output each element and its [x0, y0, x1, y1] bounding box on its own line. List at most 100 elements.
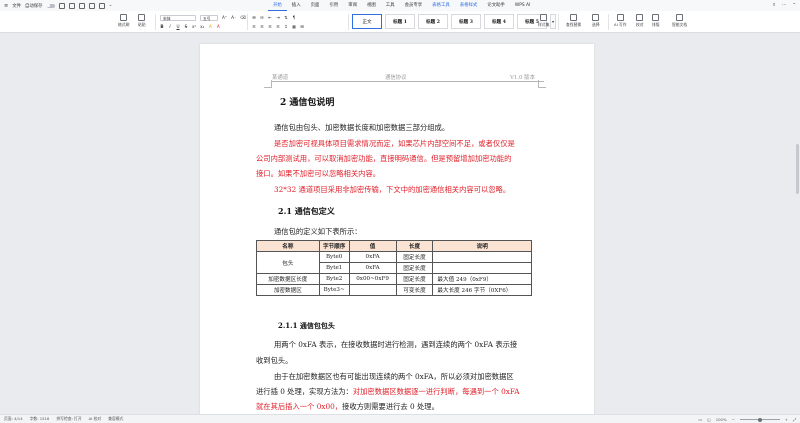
chevron-down-icon[interactable]: ⌄ [109, 3, 113, 8]
numbered-list-icon[interactable]: ☷ [260, 15, 264, 20]
style-more-icon[interactable]: ▾ [550, 14, 556, 29]
web-view-icon[interactable]: ◫ [707, 417, 711, 422]
smart-doc-button[interactable]: 智能文档 [672, 14, 687, 28]
align-left-icon[interactable]: ≡ [252, 24, 256, 29]
strikethrough-icon[interactable]: S̶ [184, 24, 188, 29]
zoom-slider[interactable] [739, 417, 780, 422]
table-cell[interactable]: 固定长度 [395, 251, 434, 263]
subscript-icon[interactable]: x₂ [200, 24, 204, 29]
fit-page-icon[interactable]: ⤢ [793, 417, 796, 422]
table-cell[interactable]: 固定长度 [395, 262, 434, 274]
tab-5[interactable]: 视图 [362, 0, 381, 11]
bold-button[interactable]: B [160, 24, 164, 29]
spell-check[interactable]: 拼写检查: 打开 [56, 416, 81, 422]
decrease-indent-icon[interactable]: ⇤ [268, 15, 272, 20]
style-item-0[interactable]: 正文 [352, 14, 382, 29]
shrink-font-icon[interactable]: A⁻ [231, 15, 236, 20]
table-cell[interactable] [432, 262, 532, 274]
style-item-3[interactable]: 标题 3 [451, 14, 481, 29]
zoom-slider-thumb[interactable] [757, 417, 762, 422]
border-icon[interactable]: ⊞ [300, 24, 304, 29]
tab-7[interactable]: 会员专享 [400, 0, 428, 11]
align-right-icon[interactable]: ≡ [268, 24, 272, 29]
zoom-out-icon[interactable]: − [732, 417, 735, 422]
tab-9[interactable]: 表格样式 [455, 0, 483, 11]
file-menu[interactable]: 文件 [12, 3, 21, 9]
tab-10[interactable]: 论文助手 [482, 0, 510, 11]
autosave-toggle[interactable] [46, 3, 55, 8]
line-spacing-icon[interactable]: ↕ [284, 24, 288, 29]
grow-font-icon[interactable]: A⁺ [222, 15, 227, 20]
tab-0[interactable]: 开始 [268, 0, 287, 11]
styles-set-button[interactable]: 样式集 [538, 14, 549, 28]
style-item-1[interactable]: 标题 1 [385, 14, 415, 29]
select-button[interactable]: 选择 [592, 14, 600, 28]
table-cell[interactable]: 最大长度 246 字节（0XF6） [432, 284, 532, 296]
font-color-button[interactable]: A [216, 24, 220, 29]
table-cell[interactable]: 加密数据区 [256, 284, 320, 296]
table-cell[interactable]: 加密数据区长度 [256, 273, 320, 285]
tab-1[interactable]: 插入 [287, 0, 306, 11]
increase-indent-icon[interactable]: ⇥ [276, 15, 280, 20]
table-cell[interactable]: 0xFA [348, 262, 397, 274]
page-indicator[interactable]: 页面: 4/14 [4, 416, 23, 422]
tab-8[interactable]: 表格工具 [427, 0, 455, 11]
table-cell[interactable]: Byte0 [318, 251, 350, 263]
font-size-select[interactable]: 五号 [200, 15, 218, 21]
document-page[interactable]: 某通道 通信协议 V1.0 版本 2 通信包说明 通信包由包头、加密数据长度和加… [200, 44, 594, 414]
justify-icon[interactable]: ≡ [276, 24, 280, 29]
align-center-icon[interactable]: ≡ [260, 24, 264, 29]
table-cell[interactable]: Byte3~ [318, 284, 350, 296]
bullet-list-icon[interactable]: ☰ [252, 15, 256, 20]
table-cell[interactable]: 0xFA [348, 251, 397, 263]
table-cell[interactable]: 包头 [256, 251, 320, 274]
paragraph-mixed: 就在其后插入一个 0x00，接收方则需要进行去 0 处理。 [256, 399, 439, 414]
table-cell[interactable]: 可变长度 [395, 284, 434, 296]
find-replace-button[interactable]: 查找替换 [566, 14, 581, 28]
style-item-4[interactable]: 标题 4 [484, 14, 514, 29]
share-icon[interactable]: ⇪ [772, 3, 776, 8]
typesetting-button[interactable]: 排版 [652, 14, 660, 28]
tab-2[interactable]: 页面 [306, 0, 325, 11]
vertical-scrollbar[interactable] [796, 144, 799, 194]
shading-icon[interactable]: ▦ [292, 24, 296, 29]
tab-3[interactable]: 引用 [324, 0, 343, 11]
font-name-select[interactable]: 宋体 [160, 15, 196, 21]
table-cell[interactable]: Byte2 [318, 273, 350, 285]
table-cell[interactable]: 固定长度 [395, 273, 434, 285]
ai-writing-button[interactable]: AI 写作 [614, 14, 627, 28]
paste-button[interactable]: 粘贴 [138, 14, 146, 28]
style-item-2[interactable]: 标题 2 [418, 14, 448, 29]
underline-button[interactable]: U [176, 24, 180, 29]
format-painter-button[interactable]: 格式刷 [118, 14, 129, 28]
highlight-button[interactable]: A [208, 24, 212, 29]
undo-icon[interactable] [88, 2, 95, 9]
ai-proofread[interactable]: AI 校对 [89, 416, 102, 422]
redo-icon[interactable] [98, 2, 105, 9]
table-cell[interactable] [432, 251, 532, 263]
chevron-up-icon[interactable]: ⌃ [792, 3, 796, 8]
table-cell[interactable] [348, 284, 397, 296]
preview-icon[interactable] [78, 2, 85, 9]
table-cell[interactable]: 0x00~0xF9 [348, 273, 397, 285]
tab-4[interactable]: 审阅 [343, 0, 362, 11]
table-cell[interactable]: Byte1 [318, 262, 350, 274]
zoom-in-icon[interactable]: + [785, 417, 788, 422]
sort-icon[interactable]: ⇅ [284, 15, 288, 20]
more-icon[interactable]: ⋯ [782, 3, 786, 8]
hamburger-icon[interactable]: ≡ [4, 3, 8, 9]
document-viewport[interactable]: 某通道 通信协议 V1.0 版本 2 通信包说明 通信包由包头、加密数据长度和加… [0, 34, 800, 414]
view-mode-icon[interactable]: ▭ [699, 417, 703, 422]
tab-11[interactable]: WPS AI [510, 0, 535, 11]
save-icon[interactable] [58, 2, 65, 9]
word-count[interactable]: 字数: 1516 [30, 416, 50, 422]
print-icon[interactable] [68, 2, 75, 9]
italic-button[interactable]: I [168, 24, 172, 29]
zoom-level[interactable]: 100% [716, 417, 727, 422]
proofread-button[interactable]: 校对 [636, 14, 644, 28]
superscript-icon[interactable]: x² [192, 24, 196, 29]
tab-6[interactable]: 工具 [381, 0, 400, 11]
clear-format-icon[interactable]: ⌫ [240, 15, 246, 20]
show-marks-icon[interactable]: ¶ [292, 15, 296, 20]
table-cell[interactable]: 最大值 249（0xF9） [432, 273, 532, 285]
